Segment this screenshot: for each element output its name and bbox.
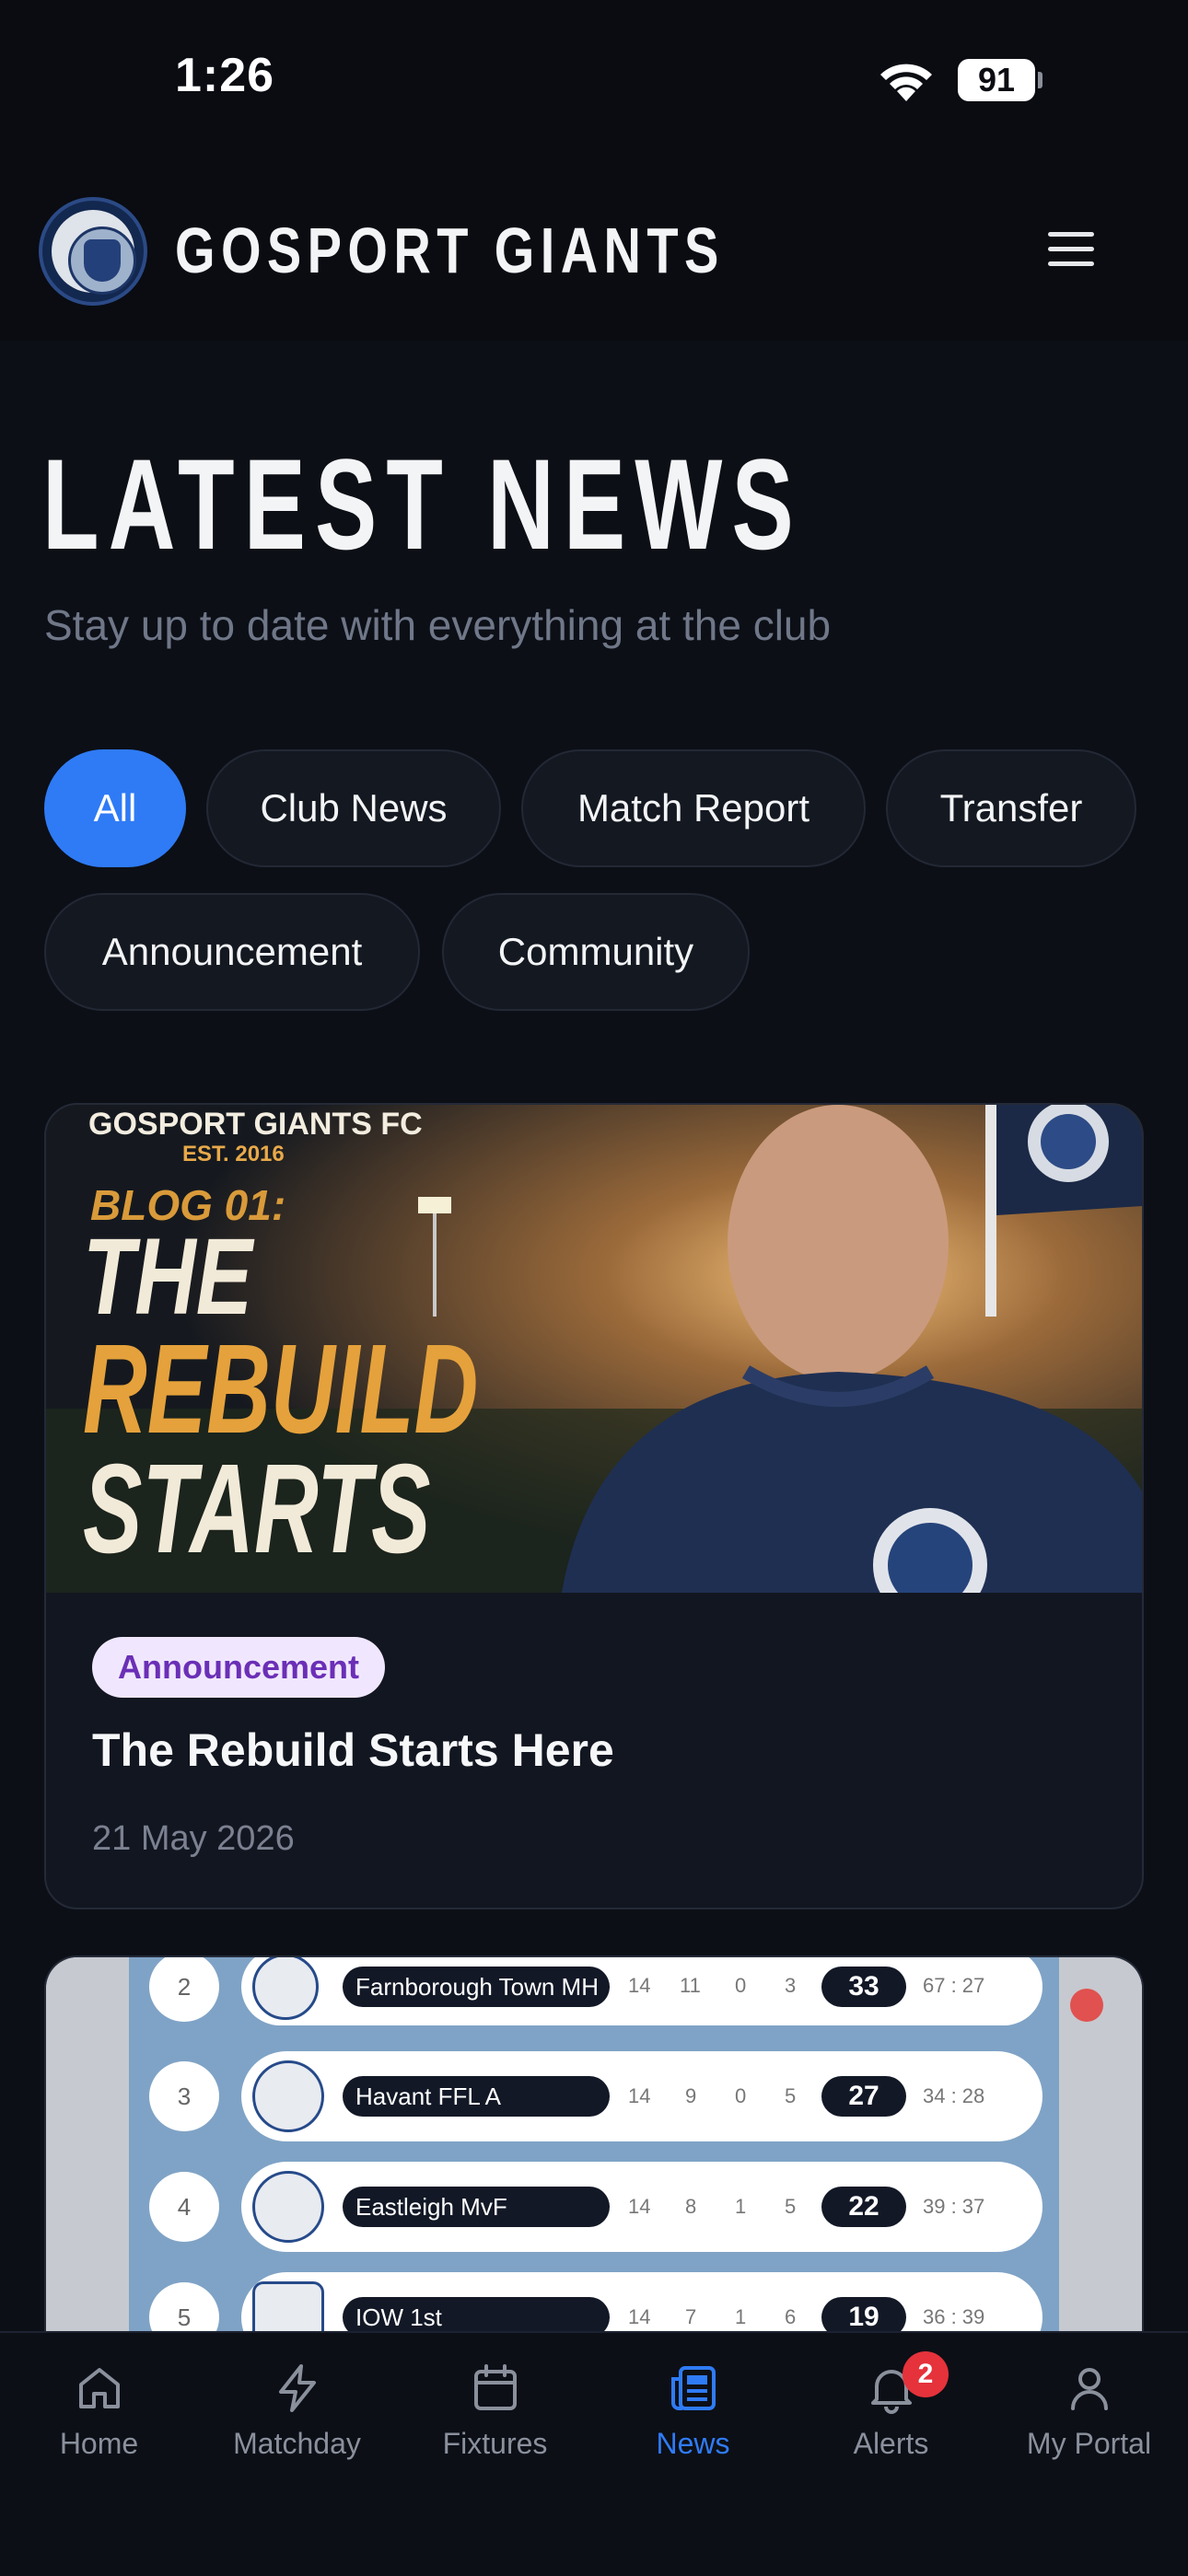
stat-won: 11: [680, 1974, 701, 1997]
image-headline-line3: STARTS: [83, 1438, 431, 1580]
nav-label: My Portal: [1026, 2427, 1152, 2460]
table-row: 4 Eastleigh MvF 14 8 1 5 22 39 : 37: [149, 2162, 1052, 2252]
hamburger-menu-icon[interactable]: [1048, 232, 1094, 269]
stat-points: 27: [821, 2076, 906, 2117]
filter-chip-match-report[interactable]: Match Report: [521, 749, 866, 867]
stat-points: 33: [821, 1967, 906, 2007]
nav-label: Home: [59, 2427, 139, 2460]
nav-label: Fixtures: [442, 2427, 548, 2460]
nav-fixtures[interactable]: Fixtures: [396, 2361, 594, 2499]
nav-label: Alerts: [853, 2427, 929, 2460]
stat-points: 22: [821, 2187, 906, 2227]
image-headline-line1: THE: [83, 1216, 253, 1338]
row-position: 4: [149, 2172, 219, 2242]
status-time: 1:26: [175, 49, 275, 102]
team-name: Eastleigh MvF: [343, 2187, 610, 2227]
stat-lost: 3: [785, 1974, 797, 1997]
stat-won: 8: [685, 2195, 697, 2218]
team-crest: [252, 2060, 324, 2132]
stat-played: 14: [628, 2084, 651, 2107]
table-row: 3 Havant FFL A 14 9 0 5 27 34 : 28: [149, 2051, 1052, 2141]
home-icon: [78, 2368, 120, 2408]
stat-lost: 5: [785, 2195, 797, 2218]
filter-chip-transfer[interactable]: Transfer: [886, 749, 1136, 867]
stat-lost: 6: [785, 2305, 797, 2328]
stat-played: 14: [628, 2305, 651, 2328]
filter-chip-community[interactable]: Community: [442, 893, 750, 1011]
nav-news[interactable]: News: [594, 2361, 792, 2499]
team-name: Farnborough Town MH: [343, 1967, 610, 2007]
filter-chip-announcement[interactable]: Announcement: [44, 893, 420, 1011]
stat-goals: 36 : 39: [923, 2305, 985, 2328]
image-est: EST. 2016: [182, 1142, 285, 1166]
app-header: GOSPORT GIANTS: [0, 157, 1188, 341]
bottom-nav: Home Matchday Fixtures News 2 Alerts My …: [0, 2331, 1188, 2576]
category-badge: Announcement: [92, 1637, 386, 1698]
stat-won: 7: [685, 2305, 697, 2328]
stat-played: 14: [628, 2195, 651, 2218]
battery-indicator: 91: [958, 59, 1035, 101]
stat-drawn: 1: [735, 2195, 747, 2218]
stat-won: 9: [685, 2084, 697, 2107]
nav-alerts[interactable]: 2 Alerts: [792, 2351, 990, 2499]
battery-cap: [1038, 72, 1042, 88]
lightning-icon: [278, 2364, 316, 2412]
calendar-icon: [473, 2364, 517, 2410]
nav-label: Matchday: [233, 2427, 361, 2460]
team-name: Havant FFL A: [343, 2076, 610, 2117]
nav-label: News: [656, 2427, 730, 2460]
nav-home[interactable]: Home: [0, 2361, 198, 2499]
stat-drawn: 0: [735, 2084, 747, 2107]
stat-goals: 67 : 27: [923, 1974, 985, 1997]
team-crest: [252, 2171, 324, 2243]
nav-my-portal[interactable]: My Portal: [990, 2361, 1188, 2499]
stat-drawn: 0: [735, 1974, 747, 1997]
brand-name: GOSPORT GIANTS: [175, 215, 725, 286]
newspaper-icon: [670, 2366, 716, 2410]
user-icon: [1070, 2368, 1108, 2410]
table-row: 2 Farnborough Town MH 14 11 0 3 33 67 : …: [149, 1957, 1052, 2025]
filter-chip-club-news[interactable]: Club News: [206, 749, 501, 867]
row-position: 2: [149, 1957, 219, 2022]
row-position: 3: [149, 2061, 219, 2131]
filter-chip-all[interactable]: All: [44, 749, 186, 867]
stat-goals: 34 : 28: [923, 2084, 985, 2107]
status-bar: 1:26 91: [0, 0, 1188, 157]
page-title: LATEST NEWS: [42, 432, 803, 576]
image-club-name: GOSPORT GIANTS FC: [88, 1107, 423, 1142]
article-title[interactable]: The Rebuild Starts Here: [92, 1723, 614, 1777]
club-crest: [52, 210, 136, 295]
article-image: GOSPORT GIANTS FC EST. 2016 BLOG 01: THE…: [46, 1105, 1142, 1593]
stat-lost: 5: [785, 2084, 797, 2107]
wifi-icon: [880, 64, 932, 101]
club-logo[interactable]: [39, 197, 147, 306]
alerts-count-badge: 2: [903, 2351, 949, 2397]
image-headline-line2: REBUILD: [83, 1318, 479, 1460]
stat-played: 14: [628, 1974, 651, 1997]
stat-drawn: 1: [735, 2305, 747, 2328]
nav-matchday[interactable]: Matchday: [198, 2361, 396, 2499]
stat-goals: 39 : 37: [923, 2195, 985, 2218]
article-date: 21 May 2026: [92, 1819, 295, 1858]
page-subtitle: Stay up to date with everything at the c…: [44, 601, 832, 649]
article-card[interactable]: GOSPORT GIANTS FC EST. 2016 BLOG 01: THE…: [44, 1103, 1144, 1909]
